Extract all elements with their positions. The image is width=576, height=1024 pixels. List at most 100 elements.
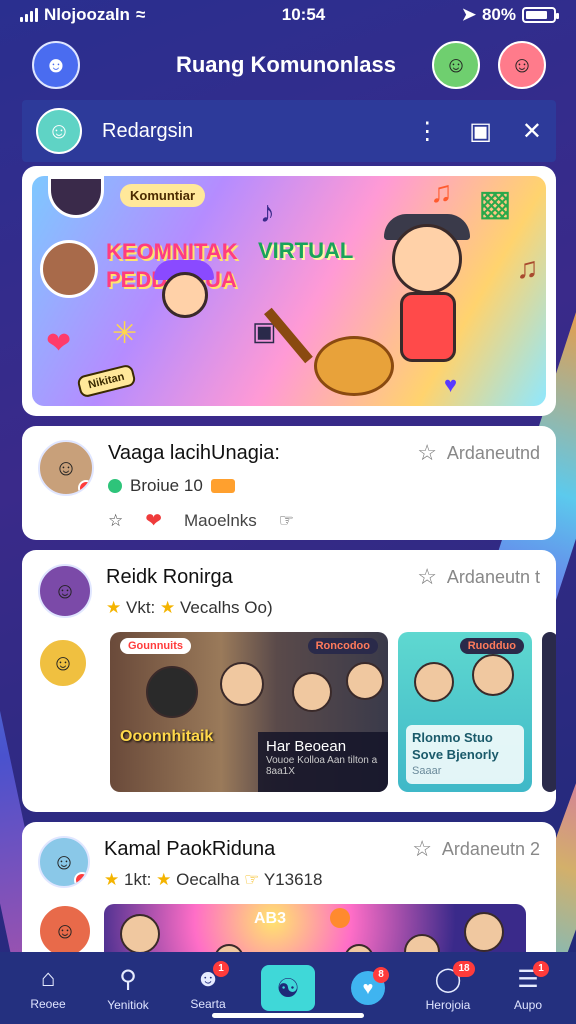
nav-search[interactable]: ⚲ Yenitiok bbox=[93, 965, 163, 1012]
thumbs-up-icon[interactable]: ☞ bbox=[279, 511, 294, 531]
feed[interactable]: Komuntiar KEOMNITAK PEDDRNIUA VIRTUAL Ni… bbox=[22, 166, 556, 954]
panel-subtext: 8aa1X bbox=[266, 766, 295, 777]
media-caption: Ooonnhitaik bbox=[120, 728, 214, 745]
music-note-icon: ♪ bbox=[260, 196, 275, 229]
nav-community[interactable]: ☯ bbox=[253, 965, 323, 1011]
post-card[interactable]: ☺ Vaaga lacihUnagia: ☆ Ardaneutnd Broiue… bbox=[22, 426, 556, 540]
notification-badge: 1 bbox=[213, 961, 229, 977]
notification-badge: 8 bbox=[373, 967, 389, 983]
live-indicator bbox=[330, 908, 350, 928]
media-tile[interactable]: Ruodduo Rlonmo Stuo Sove Bjenorly Saaar bbox=[398, 632, 532, 792]
nav-label: Herojoia bbox=[425, 997, 471, 1012]
post-title: Vaaga lacihUnagia: bbox=[108, 441, 280, 464]
guitar-illustration bbox=[264, 296, 394, 396]
app-header: ☻ Ruang Komunonlass ☺ ☺ bbox=[22, 34, 556, 96]
nav-label: Yenitiok bbox=[107, 997, 149, 1012]
avatar bbox=[48, 176, 104, 218]
banner-chip: Komuntiar bbox=[120, 184, 205, 207]
nav-profile[interactable]: ☻ 1 Searta bbox=[173, 961, 243, 1011]
wifi-icon: ≈ bbox=[135, 5, 146, 24]
banner-headline-right: VIRTUAL bbox=[258, 238, 354, 263]
carrier-name: Nlojoozaln bbox=[44, 5, 130, 24]
clock: 10:54 bbox=[281, 5, 326, 24]
heart-icon: ♥ bbox=[444, 372, 458, 397]
notification-badge: 18 bbox=[453, 960, 475, 977]
rating-text: Vkt: bbox=[125, 598, 156, 617]
nav-label: Searta bbox=[190, 997, 226, 1011]
banner-sticker: Nikitan bbox=[76, 363, 137, 399]
star-icon[interactable]: ☆ bbox=[417, 564, 437, 590]
avatar[interactable]: ☺ bbox=[38, 440, 94, 496]
star-outline-icon[interactable]: ☆ bbox=[108, 511, 123, 531]
nav-favorites[interactable]: ♥ 8 bbox=[333, 967, 403, 1005]
rating-text: 1kt: bbox=[123, 870, 152, 889]
home-indicator[interactable] bbox=[212, 1013, 364, 1018]
avatar[interactable]: ☺ bbox=[38, 564, 92, 618]
avatar[interactable]: ☺ bbox=[38, 836, 90, 888]
battery-percent: 80% bbox=[481, 5, 516, 24]
star-icon: ★ bbox=[160, 598, 176, 617]
rating-text: Y13618 bbox=[263, 870, 323, 889]
caption-sub: Sove Bjenorly bbox=[412, 747, 499, 762]
user-avatar[interactable]: ☺ bbox=[432, 41, 480, 89]
nav-home[interactable]: ⌂ Reoee bbox=[13, 965, 83, 1011]
post-meta: Ardaneutnd bbox=[446, 442, 540, 463]
app-logo[interactable]: ☻ bbox=[32, 41, 80, 89]
nav-label: Aupo bbox=[513, 997, 543, 1012]
star-icon[interactable]: ☆ bbox=[417, 440, 437, 466]
home-icon: ⌂ bbox=[40, 965, 56, 992]
panel-text: Vouoe Kolloa Aan tilton a bbox=[266, 755, 378, 766]
media-tag: AB3 bbox=[254, 910, 287, 927]
caption-small: Saaar bbox=[412, 765, 442, 777]
avatar[interactable]: ☺ bbox=[38, 904, 92, 954]
user-avatar[interactable]: ☺ bbox=[498, 41, 546, 89]
caption-title: Rlonmo Stuo bbox=[412, 730, 493, 745]
nav-chat[interactable]: ◯ 18 Herojoia bbox=[413, 960, 483, 1012]
signal-icon bbox=[20, 8, 38, 22]
media-gallery[interactable]: ☺ Gounnuits Roncodoo Ooonnhitaik Har Beo… bbox=[38, 632, 556, 792]
page-title: Ruang Komunonlass bbox=[175, 52, 396, 77]
room-title: Redargsin bbox=[102, 119, 194, 142]
banner-image[interactable]: Komuntiar KEOMNITAK PEDDRNIUA VIRTUAL Ni… bbox=[32, 176, 546, 406]
nav-label: Reoee bbox=[30, 997, 66, 1011]
badge-icon bbox=[210, 479, 235, 493]
online-icon bbox=[108, 479, 122, 493]
media-tile[interactable]: Gounnuits Roncodoo Ooonnhitaik Har Beoea… bbox=[110, 632, 388, 792]
close-icon[interactable]: ✕ bbox=[522, 117, 542, 146]
avatar bbox=[40, 240, 98, 298]
star-icon: ★ bbox=[104, 870, 120, 889]
battery-icon bbox=[522, 7, 559, 23]
cartoon-character bbox=[392, 224, 462, 294]
heart-icon[interactable]: ❤ bbox=[145, 508, 162, 533]
nav-inbox[interactable]: ☰ 1 Aupo bbox=[493, 960, 563, 1012]
room-avatar[interactable]: ☺ bbox=[36, 108, 82, 154]
media-tag: Ruodduo bbox=[459, 638, 524, 654]
heart-icon: ❤ bbox=[46, 327, 72, 360]
more-icon[interactable]: ⋮ bbox=[415, 117, 439, 146]
cartoon-character bbox=[162, 272, 208, 318]
post-card[interactable]: ☺ Reidk Ronirga ☆ Ardaneutn t ★ Vkt: ★ V… bbox=[22, 550, 556, 812]
game-controller-icon: ▩ bbox=[478, 182, 513, 223]
share-icon[interactable]: ▣ bbox=[469, 117, 492, 146]
rating-text: Vecalhs Oo) bbox=[180, 598, 273, 617]
location-icon: ➤ bbox=[461, 5, 476, 24]
panel-title: Har Beoean bbox=[266, 738, 347, 755]
media-tile[interactable] bbox=[542, 632, 556, 792]
like-label[interactable]: Maoelnks bbox=[184, 511, 257, 531]
community-icon: ☯ bbox=[261, 965, 315, 1011]
post-subtitle: Broiue 10 bbox=[130, 476, 203, 495]
media-tile[interactable]: AB3 bbox=[104, 904, 526, 954]
notification-badge: 1 bbox=[533, 960, 549, 977]
search-icon: ⚲ bbox=[119, 965, 137, 993]
star-icon[interactable]: ☆ bbox=[412, 836, 432, 862]
thumbs-up-icon: ☞ bbox=[244, 870, 260, 889]
avatar[interactable]: ☺ bbox=[38, 638, 88, 688]
rating-text: Oecalha bbox=[176, 870, 240, 889]
media-tag: Gounnuits bbox=[120, 638, 191, 654]
media-tag: Roncodoo bbox=[307, 638, 378, 654]
post-title: Kamal PaokRiduna bbox=[104, 837, 276, 860]
banner-card[interactable]: Komuntiar KEOMNITAK PEDDRNIUA VIRTUAL Ni… bbox=[22, 166, 556, 416]
post-meta: Ardaneutn t bbox=[446, 566, 540, 587]
post-card[interactable]: ☺ Kamal PaokRiduna ☆ Ardaneutn 2 ★ 1kt: … bbox=[22, 822, 556, 954]
status-bar: Nlojoozaln ≈ 10:54 ➤ 80% bbox=[0, 0, 576, 30]
